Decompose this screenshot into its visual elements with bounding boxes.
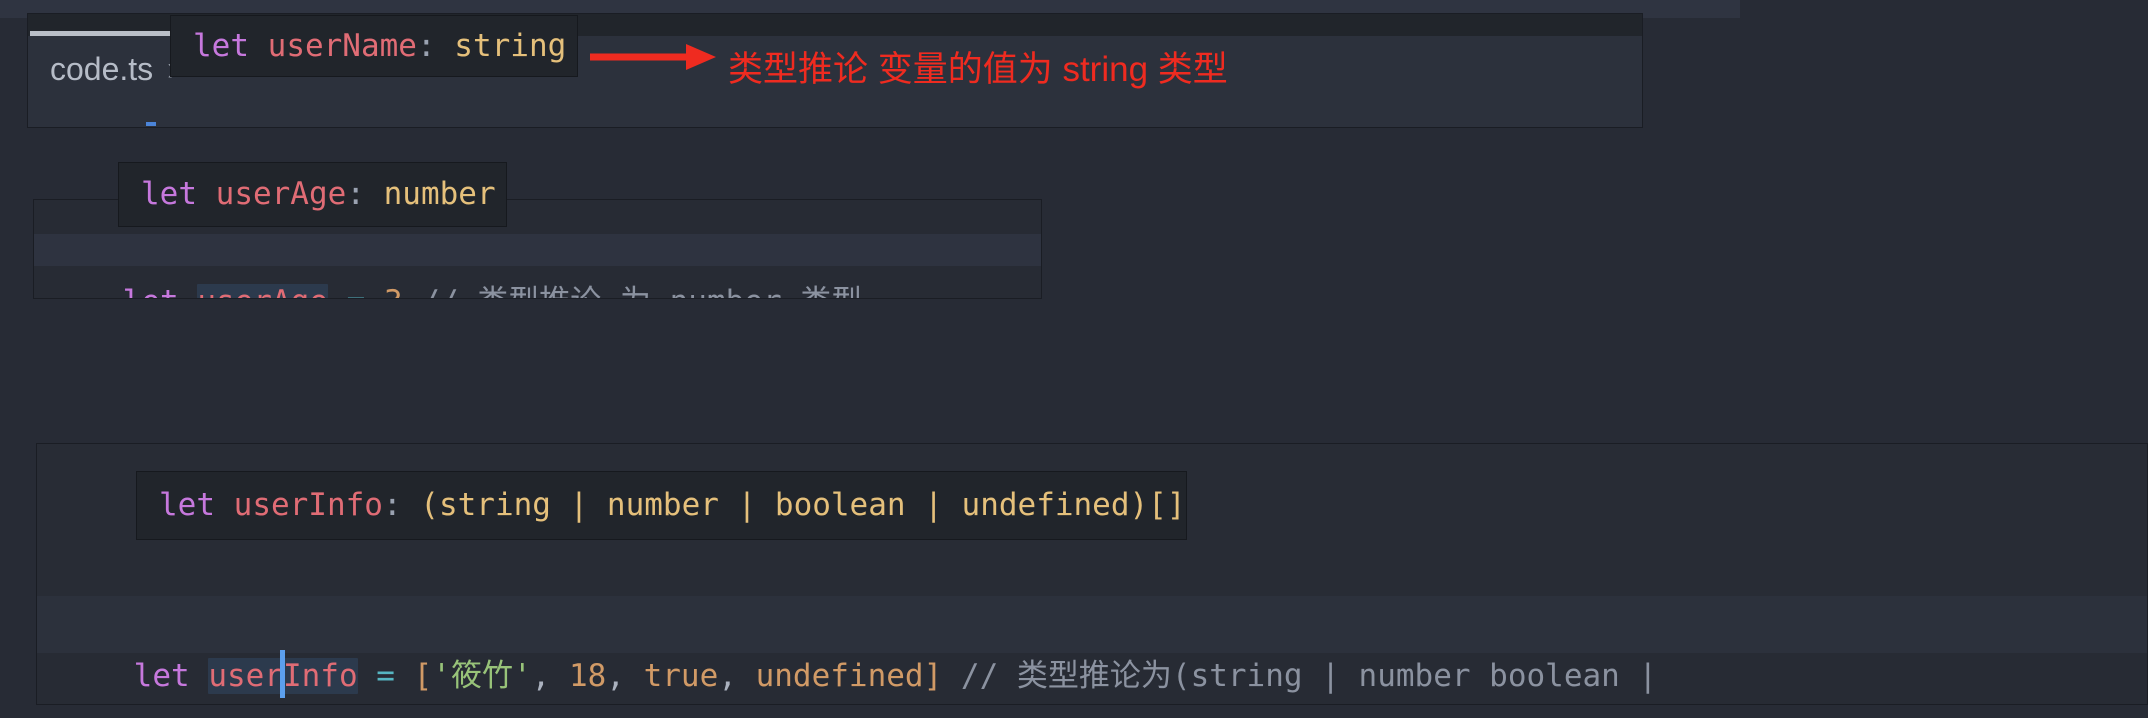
text-caret	[280, 650, 285, 698]
tooltip-name-2: userAge	[215, 176, 347, 212]
code-line-username[interactable]: let userName = 'xiaozhu' // 类型推论 为 strin…	[88, 93, 1070, 127]
comma-2: ,	[606, 658, 644, 694]
code-line-userage[interactable]: let userAge = 3 // 类型推论 为 number 类型	[48, 233, 862, 298]
kw-let-2: let	[123, 284, 198, 298]
tooltip-colon-1: :	[416, 27, 455, 64]
tooltip-type-1: string	[454, 27, 567, 64]
undefined-literal: undefined	[755, 658, 924, 694]
breadcrumb[interactable]: code.ts ›	[50, 50, 179, 89]
tooltip-type-3: (string | number | boolean | undefined)[…	[420, 487, 1186, 523]
number-literal-3: 3	[384, 284, 403, 298]
comment-3-line1: // 类型推论为(string | number boolean |	[942, 658, 1658, 694]
comma-3: ,	[718, 658, 756, 694]
bracket-open: [	[413, 658, 433, 694]
breadcrumb-file-label[interactable]: code.ts	[50, 51, 153, 88]
tooltip-keyword-3: let	[159, 487, 234, 523]
op-assign-3: =	[357, 658, 414, 694]
string-literal-xiaozhu-cn: '筱竹'	[432, 658, 532, 694]
tooltip-colon-2: :	[346, 176, 384, 212]
tooltip-type-2: number	[383, 176, 496, 212]
comment-2: // 类型推论 为 number 类型	[403, 284, 862, 298]
tooltip-name-3: userInfo	[233, 487, 383, 523]
tooltip-colon-3: :	[382, 487, 421, 523]
hover-tooltip-userinfo: let userInfo: (string | number | boolean…	[136, 471, 1187, 540]
comma-1: ,	[531, 658, 569, 694]
tooltip-keyword-2: let	[141, 176, 216, 212]
right-arrow-icon	[590, 44, 716, 70]
number-literal-18: 18	[568, 658, 607, 694]
identifier-userage[interactable]: userAge	[197, 284, 328, 298]
tooltip-keyword-1: let	[193, 27, 268, 64]
hover-tooltip-username: let userName: string	[170, 15, 578, 77]
tooltip-name-1: userName	[267, 27, 417, 64]
hover-tooltip-userage: let userAge: number	[118, 162, 507, 227]
bracket-close: ]	[923, 658, 943, 694]
boolean-literal-true: true	[643, 658, 719, 694]
code-line-userinfo-wrap[interactable]: undefined)[]	[59, 656, 358, 704]
annotation-label: 类型推论 变量的值为 string 类型	[728, 50, 1228, 89]
secondary-caret-1	[146, 122, 156, 126]
op-assign-2: =	[328, 284, 384, 298]
annotation-arrow	[590, 40, 720, 74]
